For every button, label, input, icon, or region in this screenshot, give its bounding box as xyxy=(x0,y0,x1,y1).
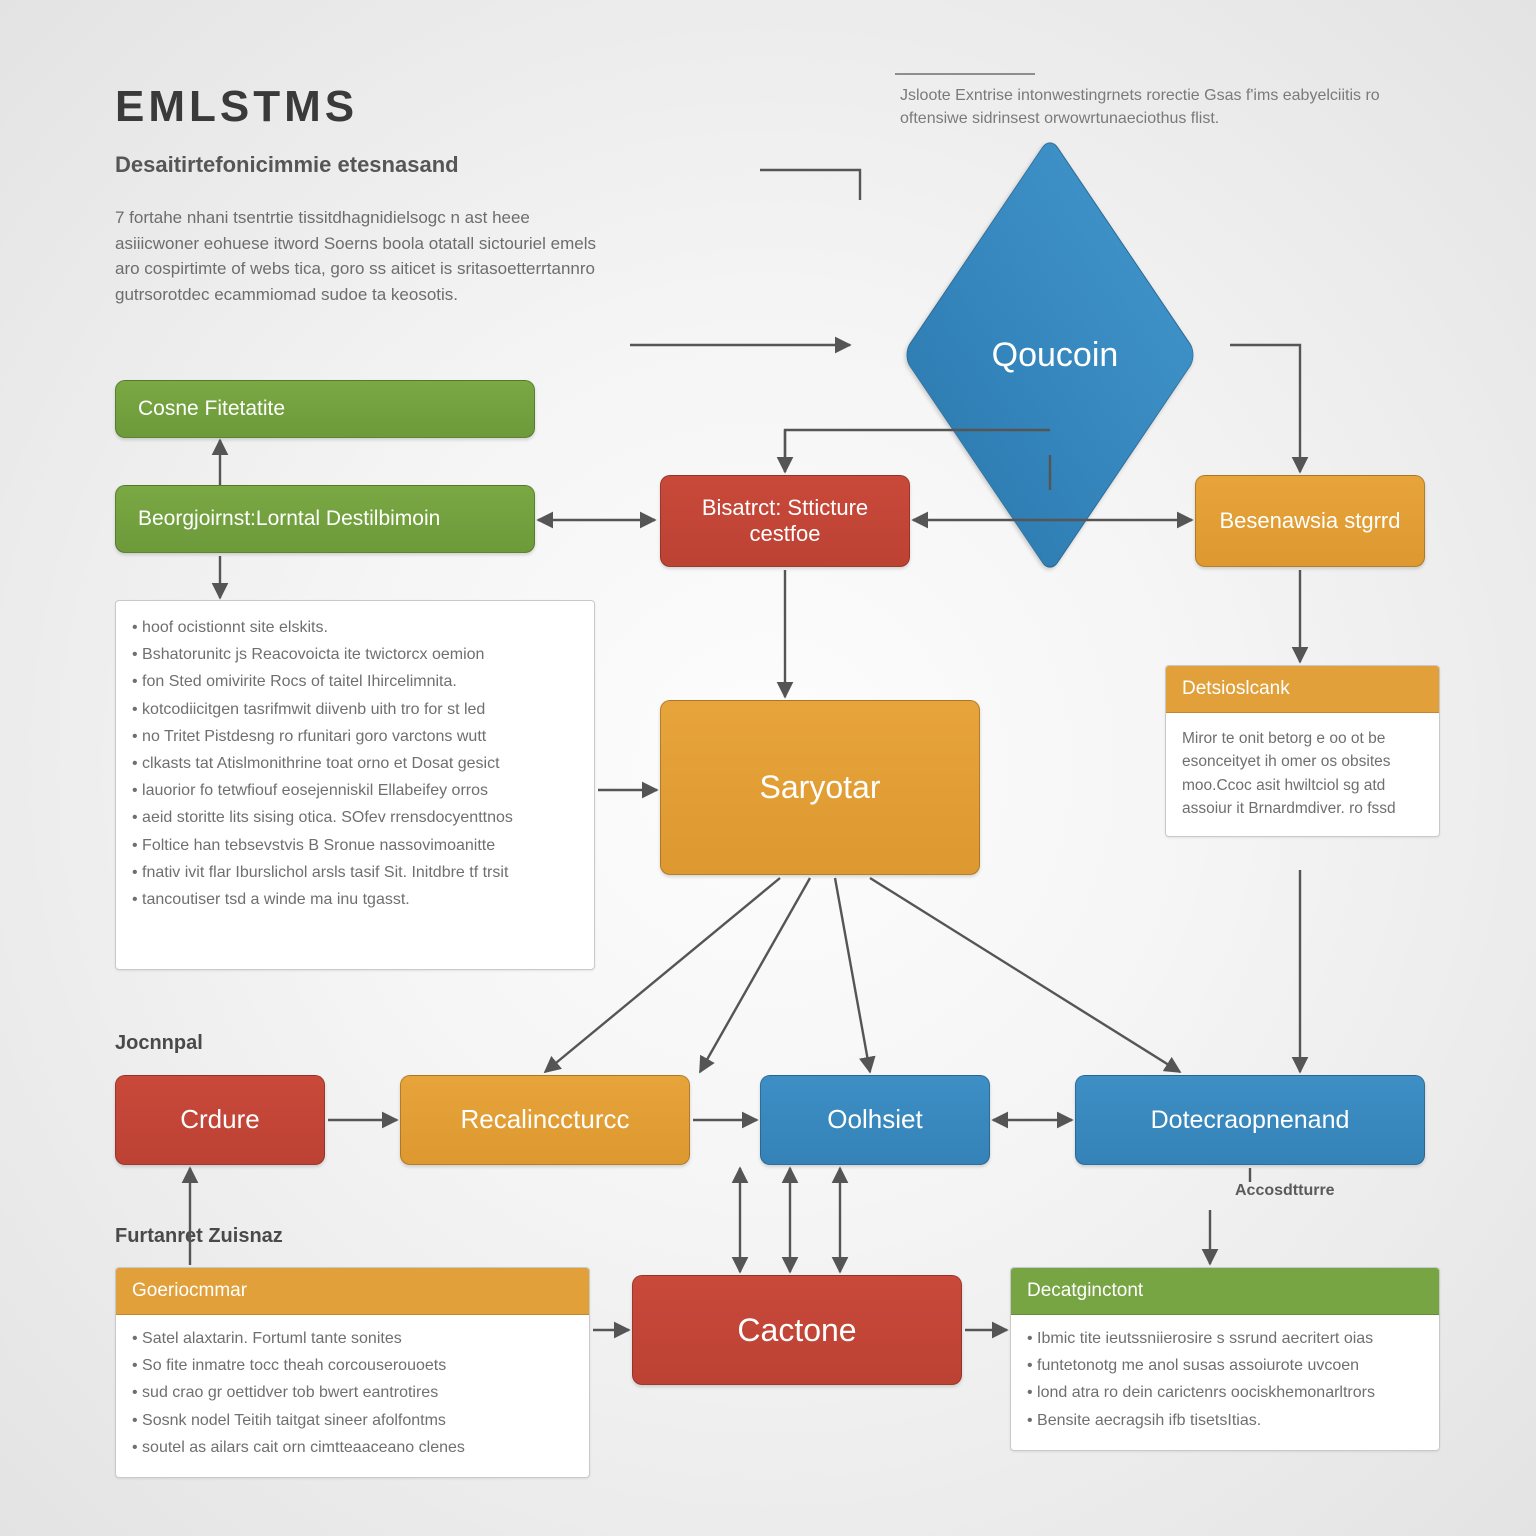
mid-bullets: hoof ocistionnt site elskits.Bshatorunit… xyxy=(132,614,582,913)
panel-right-header: Decatginctont xyxy=(1011,1268,1439,1315)
panel-right: Decatginctont Ibmic tite ieutssniierosir… xyxy=(1010,1267,1440,1451)
section-jocnnpal: Jocnnpal xyxy=(115,1032,203,1055)
node-beorg: Beorgjoirnst:Lorntal Destilbimoin xyxy=(115,485,535,553)
node-besen: Besenawsia stgrrd xyxy=(1195,475,1425,567)
node-cactone: Cactone xyxy=(632,1275,962,1385)
intro-paragraph: 7 fortahe nhani tsentrtie tissitdhagnidi… xyxy=(115,205,615,307)
node-crdure: Crdure xyxy=(115,1075,325,1165)
divider xyxy=(895,73,1035,75)
node-saryotar: Saryotar xyxy=(660,700,980,875)
panel-left-bullets: Satel alaxtarin. Fortuml tante sonitesSo… xyxy=(132,1325,573,1461)
panel-dets-body: Miror te onit betorg e oo ot be esonceit… xyxy=(1166,713,1439,836)
node-recal: Recalinccturcc xyxy=(400,1075,690,1165)
node-oolh: Oolhsiet xyxy=(760,1075,990,1165)
panel-left: Goeriocmmar Satel alaxtarin. Fortuml tan… xyxy=(115,1267,590,1478)
panel-right-bullets: Ibmic tite ieutssniierosire s ssrund aec… xyxy=(1027,1325,1423,1434)
decision-diamond-label: Qoucoin xyxy=(880,300,1230,410)
page-subtitle: Desaitirtefonicimmie etesnasand xyxy=(115,152,459,178)
label-accost: Accosdtturre xyxy=(1235,1182,1335,1200)
node-dotec: Dotecraopnenand xyxy=(1075,1075,1425,1165)
panel-left-header: Goeriocmmar xyxy=(116,1268,589,1315)
panel-dets: Detsioslcank Miror te onit betorg e oo o… xyxy=(1165,665,1440,837)
panel-dets-header: Detsioslcank xyxy=(1166,666,1439,713)
node-structure: Bisatrct: Stticture cestfoe xyxy=(660,475,910,567)
corner-note: Jsloote Exntrise intonwestingrnets rorec… xyxy=(900,84,1390,130)
node-cosne: Cosne Fitetatite xyxy=(115,380,535,438)
section-furtanret: Furtanret Zuisnaz xyxy=(115,1225,283,1248)
page-title: EMLSTMS xyxy=(115,82,358,132)
